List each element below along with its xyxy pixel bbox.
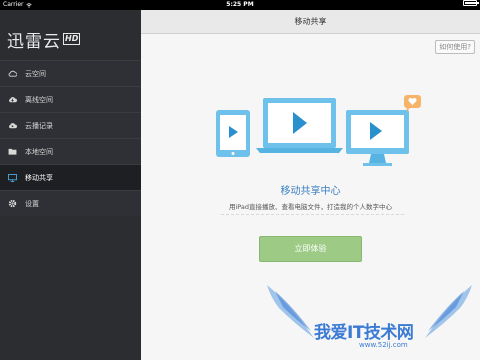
- sidebar-item-settings[interactable]: 设置: [0, 190, 141, 216]
- cloud-icon: [8, 69, 17, 78]
- sidebar-item-local-space[interactable]: 本地空间: [0, 138, 141, 164]
- center-description: 用iPad直接播放、查看电脑文件，打造我的个人数字中心: [228, 203, 393, 211]
- sidebar-nav: 云空间 离线空间 云播记录 本地空间 移动共享 设置: [0, 60, 141, 216]
- status-bar: Carrier 5:25 PM: [0, 0, 480, 10]
- sidebar-item-offline-space[interactable]: 离线空间: [0, 86, 141, 112]
- sidebar-item-label: 移动共享: [25, 173, 53, 182]
- battery-indicator: [463, 0, 479, 6]
- sidebar-item-cloud-space[interactable]: 云空间: [0, 60, 141, 86]
- sidebar-item-label: 本地空间: [25, 147, 53, 156]
- clock: 5:25 PM: [226, 1, 254, 8]
- sidebar-item-label: 云播记录: [25, 121, 53, 130]
- app-logo: 迅雷云 HD: [7, 28, 107, 52]
- heart-bubble-icon: [404, 95, 421, 112]
- help-button[interactable]: 如何使用?: [435, 40, 475, 54]
- sidebar-item-label: 设置: [25, 199, 39, 208]
- monitor-icon: [346, 110, 409, 166]
- sidebar-item-label: 云空间: [25, 69, 46, 78]
- center-title: 移动共享中心: [280, 186, 341, 197]
- page-title: 移动共享: [141, 10, 480, 34]
- divider: [221, 214, 404, 215]
- logo-text: 迅雷云: [7, 31, 61, 52]
- watermark: 我爱IT技术网 www.52ij.com: [259, 283, 480, 360]
- watermark-url: www.52ij.com: [359, 341, 408, 349]
- logo-badge: HD: [63, 33, 81, 45]
- monitor-icon: [8, 173, 17, 182]
- folder-icon: [8, 147, 17, 156]
- gear-icon: [8, 199, 17, 208]
- sidebar-item-cloud-play-history[interactable]: 云播记录: [0, 112, 141, 138]
- sidebar-item-label: 离线空间: [25, 95, 53, 104]
- battery-icon: [463, 0, 479, 6]
- watermark-text: 我爱IT技术网: [314, 323, 414, 343]
- sidebar-item-mobile-share[interactable]: 移动共享: [0, 164, 141, 190]
- sidebar: 迅雷云 HD 云空间 离线空间 云播记录 本地空间 移动共享 设置: [0, 10, 141, 360]
- try-now-button[interactable]: 立即体验: [259, 236, 362, 262]
- cloud-download-icon: [8, 95, 17, 104]
- laptop-icon: [256, 98, 343, 153]
- devices-illustration: [216, 95, 421, 166]
- cloud-play-icon: [8, 121, 17, 130]
- tablet-icon: [216, 110, 250, 157]
